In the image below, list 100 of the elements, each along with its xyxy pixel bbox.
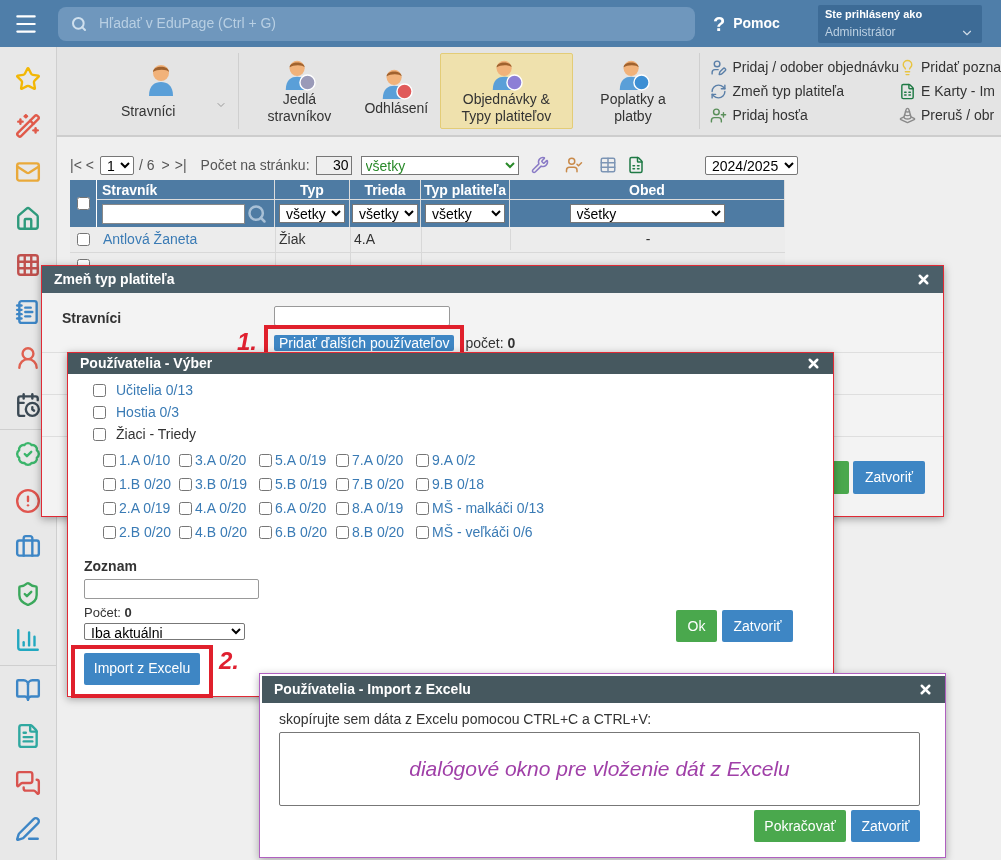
import-button[interactable]: Import z Excelu [84,652,200,685]
notebook-icon[interactable] [15,298,41,325]
checkbox[interactable] [416,526,429,539]
ribbon-action[interactable]: Pridaj / odober objednávku [732,56,900,78]
pen-icon[interactable] [15,816,41,843]
checkbox[interactable] [179,526,192,539]
checkbox[interactable] [179,502,192,515]
last-page-link[interactable]: >| [174,154,187,176]
add-users-button[interactable]: Pridať ďalších používateľov [274,335,455,351]
close-icon[interactable] [806,356,821,371]
class-option[interactable]: MŠ - malkáči 0/13 [432,498,545,519]
first-page-link[interactable]: |< [70,154,82,176]
class-option[interactable]: 2.A 0/19 [119,498,171,519]
class-option[interactable]: 9.B 0/18 [432,474,485,495]
ribbon-action[interactable]: Preruš / obr [921,104,995,126]
close-button[interactable]: Zatvoriť [722,610,793,642]
filter-select[interactable]: všetky [425,204,505,223]
class-option[interactable]: 7.A 0/20 [352,450,404,471]
group-option[interactable]: Žiaci - Triedy [116,423,197,445]
checkbox[interactable] [259,478,272,491]
table-icon[interactable] [598,156,617,174]
group-option[interactable]: Učitelia 0/13 [116,379,194,401]
ribbon-item[interactable]: Poplatky a platby [577,53,689,129]
checkbox[interactable] [416,478,429,491]
checkbox[interactable] [259,526,272,539]
checkbox[interactable] [103,526,116,539]
previous-page-link[interactable]: < [85,154,94,176]
checkbox[interactable] [93,405,106,419]
page-select[interactable]: 1 [100,155,134,175]
checkbox[interactable] [77,233,90,246]
close-button[interactable]: Zatvoriť [853,461,925,494]
checkbox[interactable] [179,454,192,467]
ribbon-item[interactable]: Objednávky & Typy platiteľov [440,53,573,129]
chat-icon[interactable] [15,769,41,796]
class-option[interactable]: 8.B 0/20 [352,522,405,543]
group-option[interactable]: Hostia 0/3 [116,401,180,423]
ok-button[interactable]: Ok [676,610,717,642]
close-icon[interactable] [918,682,933,697]
class-option[interactable]: 9.A 0/2 [432,450,476,471]
checkbox[interactable] [416,454,429,467]
grid-icon[interactable] [15,252,41,279]
ribbon-action[interactable]: Pridať pozna [921,56,1001,78]
name-search-field[interactable] [102,203,245,224]
checkbox[interactable] [103,454,116,467]
star-icon[interactable] [15,66,41,93]
column-header[interactable]: Obed [510,180,785,199]
per-page-field[interactable]: 30 [315,155,352,175]
search-icon[interactable] [247,203,267,224]
class-option[interactable]: 2.B 0/20 [119,522,172,543]
scope-select[interactable]: Iba aktuálni [84,622,245,640]
checkbox[interactable] [76,197,90,210]
year-select[interactable]: 2024/2025 [705,155,798,175]
checkbox[interactable] [336,454,349,467]
calendar-icon[interactable] [15,391,41,418]
checkbox[interactable] [259,454,272,467]
document-icon[interactable] [15,723,41,750]
class-option[interactable]: 3.B 0/19 [195,474,248,495]
person-icon[interactable] [564,156,583,174]
checkbox[interactable] [103,478,116,491]
magic-wand-icon[interactable] [15,112,41,139]
checkbox[interactable] [179,478,192,491]
ribbon-item[interactable]: Jedlá stravníkov [246,53,353,129]
checkbox[interactable] [336,526,349,539]
class-option[interactable]: 6.A 0/20 [275,498,327,519]
bar-chart-icon[interactable] [15,627,41,654]
checkbox[interactable] [93,383,106,397]
help-icon[interactable]: ? [713,8,726,39]
class-option[interactable]: 1.A 0/10 [119,450,171,471]
checkbox[interactable] [336,478,349,491]
next-page-link[interactable]: > [161,154,170,176]
class-option[interactable]: 5.B 0/19 [275,474,328,495]
column-header[interactable]: Stravník [97,180,275,199]
user-box[interactable]: Ste prihlásený ako Administrátor [817,4,982,43]
house-icon[interactable] [15,205,41,232]
class-option[interactable]: 5.A 0/19 [275,450,327,471]
person-icon[interactable] [15,345,41,372]
table-row[interactable]: Antlová Žaneta Žiak 4.A - [70,227,785,253]
class-option[interactable]: 4.A 0/20 [195,498,247,519]
checkbox[interactable] [93,427,106,441]
class-option[interactable]: 3.A 0/20 [195,450,247,471]
class-option[interactable]: 4.B 0/20 [195,522,248,543]
filter-select[interactable]: všetky [360,155,519,175]
class-option[interactable]: MŠ - veľkáči 0/6 [432,522,533,543]
checkbox[interactable] [103,502,116,515]
column-header[interactable]: Typ platiteľa [421,180,510,199]
class-option[interactable]: 7.B 0/20 [352,474,405,495]
class-option[interactable]: 1.B 0/20 [119,474,172,495]
column-header[interactable]: Typ [275,180,350,199]
check-badge-icon[interactable] [15,441,41,468]
class-option[interactable]: 6.B 0/20 [275,522,328,543]
ribbon-action[interactable]: E Karty - Im [921,80,995,102]
search-input[interactable]: Hľadať v EduPage (Ctrl + G) [99,13,659,34]
continue-button[interactable]: Pokračovať [754,810,846,842]
ribbon-action[interactable]: Pridaj hosťa [732,104,808,126]
filter-select[interactable]: všetky [279,204,345,223]
ribbon-main-item[interactable]: Stravníci [95,53,232,129]
checkbox[interactable] [259,502,272,515]
list-field[interactable] [84,579,259,599]
help-link[interactable]: Pomoc [733,13,780,34]
diners-field[interactable] [274,306,450,326]
